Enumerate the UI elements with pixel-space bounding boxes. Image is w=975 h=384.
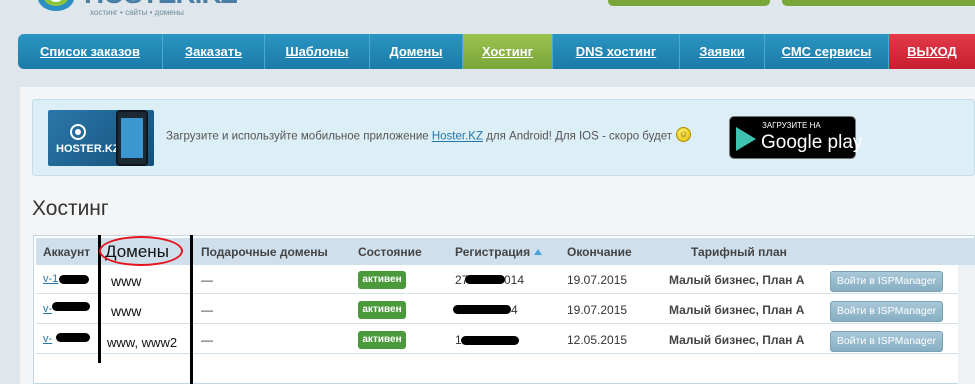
- domain-cell: www, www2: [107, 335, 178, 350]
- col-header-plan[interactable]: Тарифный план: [691, 245, 787, 259]
- status-badge: активен: [358, 301, 406, 319]
- ispmanager-login-button[interactable]: Войти в ISPManager: [830, 301, 943, 322]
- nav-item-dns-hosting[interactable]: DNS хостинг: [553, 34, 680, 69]
- banner-text-before: Загрузите и используйте мобильное прилож…: [166, 130, 432, 143]
- sort-up-icon[interactable]: [533, 248, 543, 258]
- gift-domains-cell: —: [201, 333, 213, 347]
- nav-item-hosting[interactable]: Хостинг: [463, 34, 553, 69]
- expiry-date: 12.05.2015: [567, 333, 628, 347]
- google-play-badge[interactable]: ЗАГРУЗИТЕ НА Google play: [729, 116, 862, 159]
- banner-text-after: для Android! Для IOS - скоро будет: [483, 130, 673, 143]
- account-link[interactable]: v-1: [43, 273, 58, 285]
- registration-date-tail: 014: [504, 273, 525, 287]
- col-header-expiry[interactable]: Окончание: [567, 245, 632, 259]
- registration-date-tail: 4: [511, 303, 518, 317]
- nav-item-requests[interactable]: Заявки: [680, 34, 765, 69]
- domain-cell: www: [111, 303, 142, 319]
- expiry-date: 19.07.2015: [567, 303, 628, 317]
- nav-item-orders[interactable]: Список заказов: [18, 34, 163, 69]
- gift-domains-cell: —: [201, 303, 213, 317]
- redaction-mark: [461, 336, 519, 345]
- redaction-mark: [56, 333, 90, 342]
- annotation-line: [190, 235, 193, 384]
- main-nav: Список заказов Заказать Шаблоны Домены Х…: [18, 34, 975, 69]
- annotation-ellipse: [99, 236, 183, 266]
- nav-item-templates[interactable]: Шаблоны: [265, 34, 370, 69]
- col-header-account[interactable]: Аккаунт: [43, 245, 90, 259]
- app-promo-image[interactable]: HOSTER.KZ: [48, 110, 154, 166]
- ispmanager-login-button[interactable]: Войти в ISPManager: [830, 331, 943, 352]
- expiry-date: 19.07.2015: [567, 273, 628, 287]
- smiley-icon: ☺: [676, 127, 692, 142]
- top-header: HOSTER.KZ хостинг • сайты • домены: [0, 0, 975, 28]
- android-phone-icon: [116, 110, 148, 166]
- nav-item-logout[interactable]: ВЫХОД: [889, 34, 975, 69]
- redaction-mark: [59, 275, 89, 284]
- promo-logo: HOSTER.KZ: [56, 124, 120, 155]
- gift-domains-cell: —: [201, 273, 213, 287]
- promo-logo-text: HOSTER.KZ: [56, 143, 120, 156]
- account-link[interactable]: v-: [43, 303, 52, 315]
- scrollbar[interactable]: [958, 265, 975, 384]
- logo-icon: [70, 124, 86, 140]
- logo-icon: [38, 0, 74, 11]
- plan-name: Малый бизнес, План А: [669, 303, 805, 317]
- status-badge: активен: [358, 271, 406, 289]
- top-button-left[interactable]: [608, 0, 770, 6]
- site-logo[interactable]: HOSTER.KZ хостинг • сайты • домены: [34, 0, 238, 28]
- ispmanager-login-button[interactable]: Войти в ISPManager: [830, 271, 943, 292]
- plan-name: Малый бизнес, План А: [669, 333, 805, 347]
- col-header-gift-domains[interactable]: Подарочные домены: [201, 245, 328, 259]
- app-link[interactable]: Hoster.KZ: [432, 131, 483, 143]
- banner-text: Загрузите и используйте мобильное прилож…: [166, 127, 692, 144]
- col-header-registration[interactable]: Регистрация: [455, 245, 543, 259]
- store-name: Google play: [761, 132, 863, 153]
- col-header-registration-label: Регистрация: [455, 245, 531, 259]
- top-button-right[interactable]: [782, 0, 975, 6]
- logo-subtitle: хостинг • сайты • домены: [90, 8, 184, 17]
- redaction-mark: [453, 305, 511, 314]
- plan-name: Малый бизнес, План А: [669, 273, 805, 287]
- account-link[interactable]: v-: [43, 333, 52, 345]
- domain-cell: www: [111, 273, 142, 289]
- status-badge: активен: [358, 331, 406, 349]
- nav-item-sms-services[interactable]: СМС сервисы: [765, 34, 889, 69]
- nav-item-order[interactable]: Заказать: [163, 34, 265, 69]
- google-play-icon: [736, 127, 756, 151]
- col-header-state[interactable]: Состояние: [358, 245, 422, 259]
- nav-item-domains[interactable]: Домены: [370, 34, 463, 69]
- store-caption: ЗАГРУЗИТЕ НА: [762, 121, 821, 130]
- redaction-mark: [52, 302, 90, 311]
- redaction-mark: [465, 275, 505, 284]
- page-title: Хостинг: [32, 197, 109, 220]
